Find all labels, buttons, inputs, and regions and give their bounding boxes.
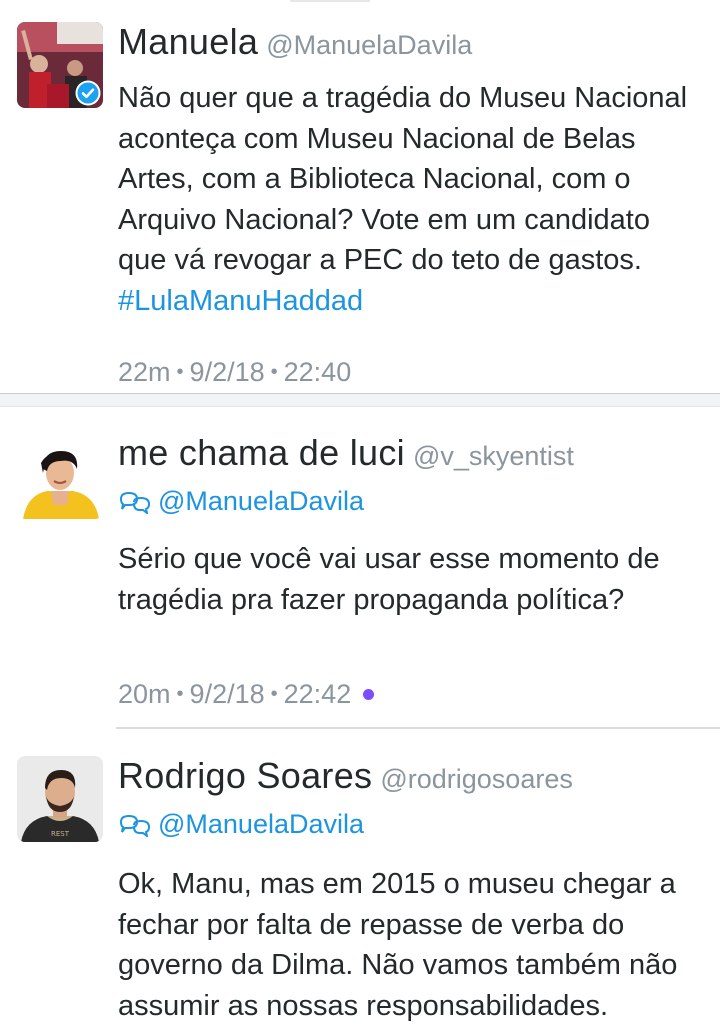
tweet-meta: 20m • 9/2/18 • 22:42 xyxy=(118,676,706,712)
reply-to-handle[interactable]: @ManuelaDavila xyxy=(158,486,364,516)
tweet-meta: 22m • 9/2/18 • 22:40 xyxy=(118,354,706,390)
author-handle[interactable]: @v_skyentist xyxy=(413,441,574,471)
meta-dot: • xyxy=(270,361,278,383)
tweet-2-content: me chama de luci @v_skyentist @ManuelaDav… xyxy=(118,433,706,712)
author-handle[interactable]: @ManuelaDavila xyxy=(266,30,472,60)
top-divider xyxy=(290,0,370,2)
avatar-luci[interactable] xyxy=(17,433,103,519)
meta-dot: • xyxy=(176,683,184,705)
author-line: Manuela @ManuelaDavila xyxy=(118,22,706,70)
tweet-text-body: Não quer que a tragédia do Museu Naciona… xyxy=(118,82,688,276)
tweet-date: 9/2/18 xyxy=(189,357,265,387)
author-name[interactable]: me chama de luci xyxy=(118,432,405,473)
verified-badge-icon xyxy=(75,80,101,106)
tweet-time: 22:40 xyxy=(283,357,352,387)
author-line: Rodrigo Soares @rodrigosoares xyxy=(118,756,706,804)
author-name[interactable]: Rodrigo Soares xyxy=(118,755,372,796)
tweet-text: Não quer que a tragédia do Museu Naciona… xyxy=(118,78,706,321)
relative-time: 22m xyxy=(118,357,171,387)
meta-dot: • xyxy=(270,683,278,705)
relative-time: 20m xyxy=(118,679,171,709)
meta-dot: • xyxy=(176,361,184,383)
author-line: me chama de luci @v_skyentist xyxy=(118,433,706,481)
tweet-3-content: Rodrigo Soares @rodrigosoares @ManuelaDav… xyxy=(118,756,706,1026)
tweet-date: 9/2/18 xyxy=(189,679,265,709)
tweet-time: 22:42 xyxy=(283,679,352,709)
unread-dot xyxy=(363,689,375,700)
avatar-manuela[interactable] xyxy=(17,22,103,108)
svg-text:REST: REST xyxy=(51,830,70,838)
avatar-rodrigo[interactable]: REST xyxy=(17,756,103,842)
tweet-divider xyxy=(116,727,720,729)
author-handle[interactable]: @rodrigosoares xyxy=(380,764,573,794)
tweet-text: Sério que você vai usar esse momento de … xyxy=(118,543,660,616)
author-name[interactable]: Manuela xyxy=(118,21,258,62)
reply-to-handle[interactable]: @ManuelaDavila xyxy=(158,809,364,839)
avatar-photo-portrait: REST xyxy=(17,756,103,842)
tweet-1-content: Manuela @ManuelaDavila Não quer que a tra… xyxy=(118,22,706,390)
conversation-icon xyxy=(119,814,151,839)
avatar-photo-portrait xyxy=(17,433,103,519)
section-divider xyxy=(0,393,720,407)
tweet-text: Ok, Manu, mas em 2015 o museu chegar a f… xyxy=(118,868,678,1022)
conversation-icon xyxy=(119,491,151,516)
reply-context: @ManuelaDavila xyxy=(118,806,706,842)
hashtag-link[interactable]: #LulaManuHaddad xyxy=(118,285,363,317)
reply-context: @ManuelaDavila xyxy=(118,483,706,519)
